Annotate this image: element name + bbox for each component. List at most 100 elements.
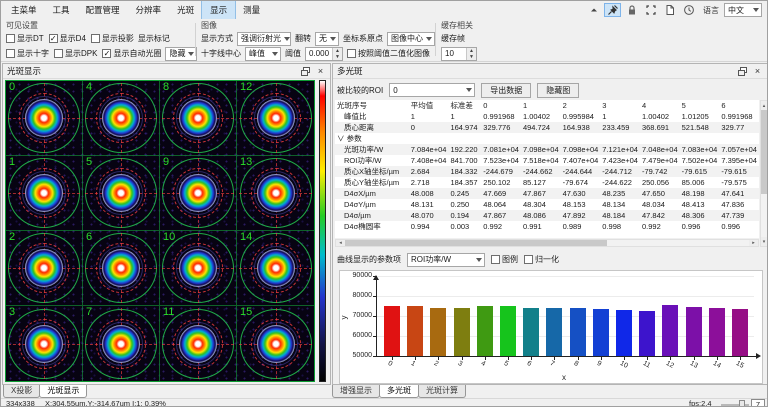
vertical-scrollbar[interactable]: ▴ ▾ [760,100,768,247]
spinner-arrows[interactable]: ▲▼ [332,48,342,60]
export-data-button[interactable]: 导出数据 [481,83,531,98]
float-panel-icon[interactable] [737,66,748,77]
roi-power-bar-chart[interactable]: y x 500006000070000800009000001234567891… [339,270,763,384]
spot-cell-2[interactable]: 2 [6,231,83,306]
checkbox-box[interactable] [491,255,500,264]
checkbox-box[interactable]: ✓ [49,34,58,43]
checkbox-按照阈值二值化图像[interactable]: 按照阈值二值化图像 [347,48,430,59]
spot-cell-1[interactable]: 1 [6,156,83,231]
table-row[interactable]: 光斑功率/W7.084e+04192.2207.081e+047.098e+04… [335,144,759,155]
menu-item-2[interactable]: 工具 [45,1,78,19]
menu-item-1[interactable]: 主菜单 [3,1,45,19]
checkbox-图例[interactable]: 图例 [491,254,518,265]
spot-cell-15[interactable]: 15 [237,306,314,381]
spot-image[interactable]: 0481215913261014371115 [5,80,315,382]
spot-cell-11[interactable]: 11 [160,306,237,381]
lock-icon[interactable] [623,3,640,17]
table-row[interactable]: D4σ/µm48.0700.19447.86748.08647.89248.18… [335,210,759,221]
tab-多光斑[interactable]: 多光斑 [379,385,419,398]
checkbox-显示自动光圈[interactable]: ✓显示自动光圈 [102,48,161,59]
column-header[interactable]: 2 [561,100,601,111]
column-header[interactable]: 5 [680,100,720,111]
history-clock-icon[interactable] [680,3,697,17]
scroll-down-icon[interactable]: ▾ [761,237,767,246]
scroll-right-icon[interactable]: ▸ [749,240,758,246]
float-panel-icon[interactable] [300,66,311,77]
curve-param-select[interactable]: ROI功率/W [407,253,485,267]
column-header[interactable]: 1 [521,100,561,111]
save-report-icon[interactable] [661,3,678,17]
bar-spot-13[interactable] [686,307,702,356]
spot-cell-7[interactable]: 7 [83,306,160,381]
checkbox-显示十字[interactable]: 显示十字 [6,48,49,59]
bar-spot-9[interactable] [593,309,609,356]
bar-spot-14[interactable] [709,308,725,356]
bar-spot-15[interactable] [732,309,748,356]
bar-spot-10[interactable] [616,310,632,356]
spot-cell-3[interactable]: 3 [6,306,83,381]
column-header[interactable]: 4 [640,100,680,111]
table-row[interactable]: 质心X轴坐标/µm2.684184.332-244.679-244.662-24… [335,166,759,177]
bar-spot-11[interactable] [639,311,655,356]
menu-item-5[interactable]: 光斑 [169,1,202,19]
spot-cell-13[interactable]: 13 [237,156,314,231]
column-header[interactable]: 3 [600,100,640,111]
spot-cell-8[interactable]: 8 [160,81,237,156]
close-icon[interactable]: × [315,66,326,77]
column-header[interactable]: 标准差 [448,100,481,111]
checkbox-box[interactable]: ✓ [102,49,111,58]
scroll-thumb[interactable] [761,110,767,194]
checkbox-box[interactable] [91,34,100,43]
checkbox-box[interactable] [347,49,356,58]
bar-spot-7[interactable] [546,308,562,356]
table-row[interactable]: ∨ 参数 [335,133,759,144]
close-icon[interactable]: × [752,66,763,77]
menu-item-3[interactable]: 配置管理 [78,1,128,19]
bar-spot-4[interactable] [477,306,493,356]
column-header[interactable]: 光斑序号 [335,100,409,111]
bar-spot-3[interactable] [454,308,470,356]
roi-select[interactable]: 0 [389,83,475,97]
spot-stats-table[interactable]: 光斑序号平均值标准差0123456峰值比110.9919681.004020.9… [335,100,759,232]
spot-cell-4[interactable]: 4 [83,81,160,156]
column-header[interactable]: 平均值 [409,100,449,111]
scroll-thumb[interactable] [345,240,607,246]
checkbox-box[interactable] [54,49,63,58]
cross-center-select[interactable]: 峰值 [245,47,281,61]
table-row[interactable]: D4σX/µm48.0080.24547.66947.86747.63048.2… [335,188,759,199]
cache-frames-spinner[interactable]: 10 ▲▼ [441,47,477,61]
menu-item-4[interactable]: 分辨率 [128,1,170,19]
table-row[interactable]: 质心距离0164.974329.776494.724164.938233.459… [335,122,759,133]
language-select[interactable]: 中文 [724,3,762,17]
bar-spot-6[interactable] [523,308,539,356]
checkbox-显示DT[interactable]: 显示DT [6,33,44,44]
tab-光斑计算[interactable]: 光斑计算 [418,385,466,398]
spot-cell-6[interactable]: 6 [83,231,160,306]
bar-spot-1[interactable] [407,306,423,356]
checkbox-显示DPK[interactable]: 显示DPK [54,48,97,59]
threshold-spinner[interactable]: 0.000 ▲▼ [305,47,343,61]
table-row[interactable]: D4σ椭圆率0.9940.0030.9920.9910.9890.9980.99… [335,221,759,232]
scroll-up-icon[interactable]: ▴ [761,101,767,110]
tab-增强显示[interactable]: 增强显示 [332,385,380,398]
frame-count-box[interactable]: 7 [751,399,765,407]
column-header[interactable]: 0 [481,100,521,111]
tab-光斑显示[interactable]: 光斑显示 [39,385,87,398]
table-row[interactable]: D4σY/µm48.1310.25048.06448.30448.15348.1… [335,199,759,210]
checkbox-归一化[interactable]: 归一化 [524,254,559,265]
pin-icon[interactable] [604,3,621,17]
table-row[interactable]: 峰值比110.9919681.004020.99598411.004021.01… [335,111,759,122]
bar-spot-0[interactable] [384,306,400,356]
spot-cell-14[interactable]: 14 [237,231,314,306]
bar-spot-12[interactable] [662,305,678,356]
flip-select[interactable]: 无 [315,32,339,46]
checkbox-显示D4[interactable]: ✓显示D4 [49,33,86,44]
menu-item-6[interactable]: 显示 [202,1,235,19]
spinner-arrows[interactable]: ▲▼ [466,48,476,60]
bar-spot-5[interactable] [500,306,516,356]
spot-cell-0[interactable]: 0 [6,81,83,156]
group-row-parameters[interactable]: ∨ 参数 [335,133,759,144]
menu-item-7[interactable]: 测量 [235,1,268,19]
fullscreen-icon[interactable] [642,3,659,17]
spot-cell-12[interactable]: 12 [237,81,314,156]
